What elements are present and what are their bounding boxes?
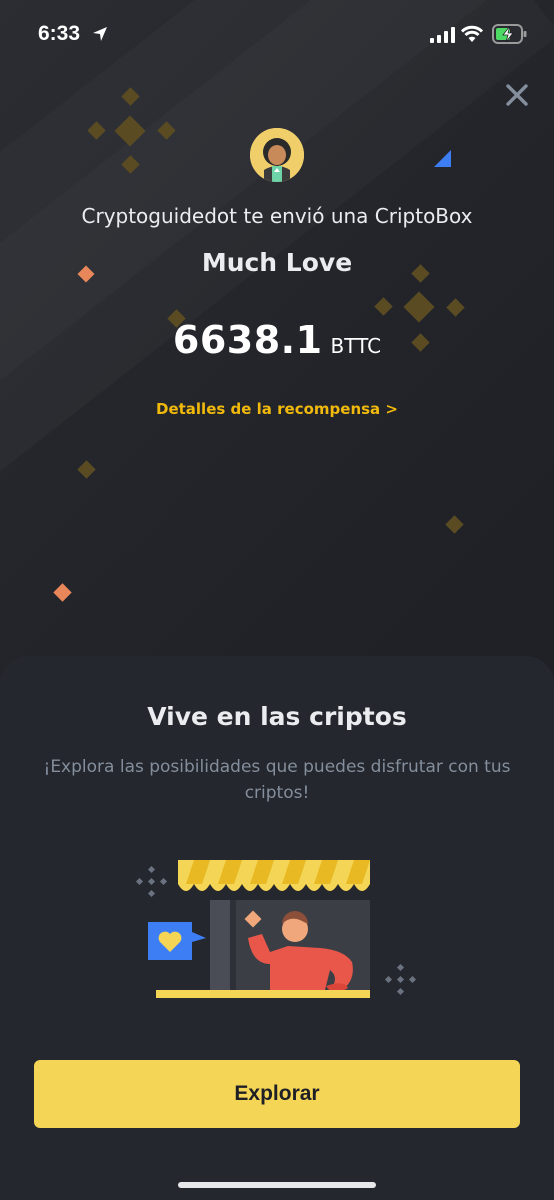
close-icon[interactable] (502, 80, 532, 110)
amount-value: 6638.1 (172, 318, 323, 362)
sender-message: Cryptoguidedot te envió una CriptoBox (81, 204, 473, 228)
decor-triangle (434, 150, 451, 167)
status-time: 6:33 (38, 22, 81, 45)
reward-details-link[interactable]: Detalles de la recompensa > (0, 400, 554, 418)
decor-diamond (446, 298, 465, 317)
signal-icon (430, 27, 455, 43)
sparkle-icon (384, 963, 417, 996)
decor-diamond (374, 297, 393, 316)
avatar-person-icon (250, 128, 304, 182)
promo-description: ¡Explora las posibilidades que puedes di… (43, 757, 511, 803)
gift-amount: 6638.1 BTTC (0, 318, 554, 362)
promo-title: Vive en las criptos (147, 702, 407, 731)
promo-sheet: Vive en las criptos ¡Explora las posibil… (0, 656, 554, 1200)
shop-illustration (135, 860, 417, 998)
location-arrow-icon (93, 27, 107, 41)
gift-title: Much Love (201, 248, 353, 277)
decor-diamond (77, 460, 96, 479)
sparkle-icon (135, 865, 168, 898)
sender-avatar (250, 128, 304, 182)
amount-unit: BTTC (330, 334, 382, 358)
wifi-icon (460, 25, 484, 42)
battery-charging-icon (492, 24, 527, 44)
decor-diamond (445, 515, 464, 534)
status-bar: 6:33 (0, 0, 554, 70)
heart-speech-bubble-icon (148, 922, 206, 960)
explore-button[interactable]: Explorar (34, 1060, 520, 1128)
decor-diamond-orange (53, 583, 72, 602)
cryptobox-screen: 6:33 Cryptoguidedot te envió una CriptoB… (0, 0, 554, 1200)
home-indicator[interactable] (178, 1182, 376, 1188)
